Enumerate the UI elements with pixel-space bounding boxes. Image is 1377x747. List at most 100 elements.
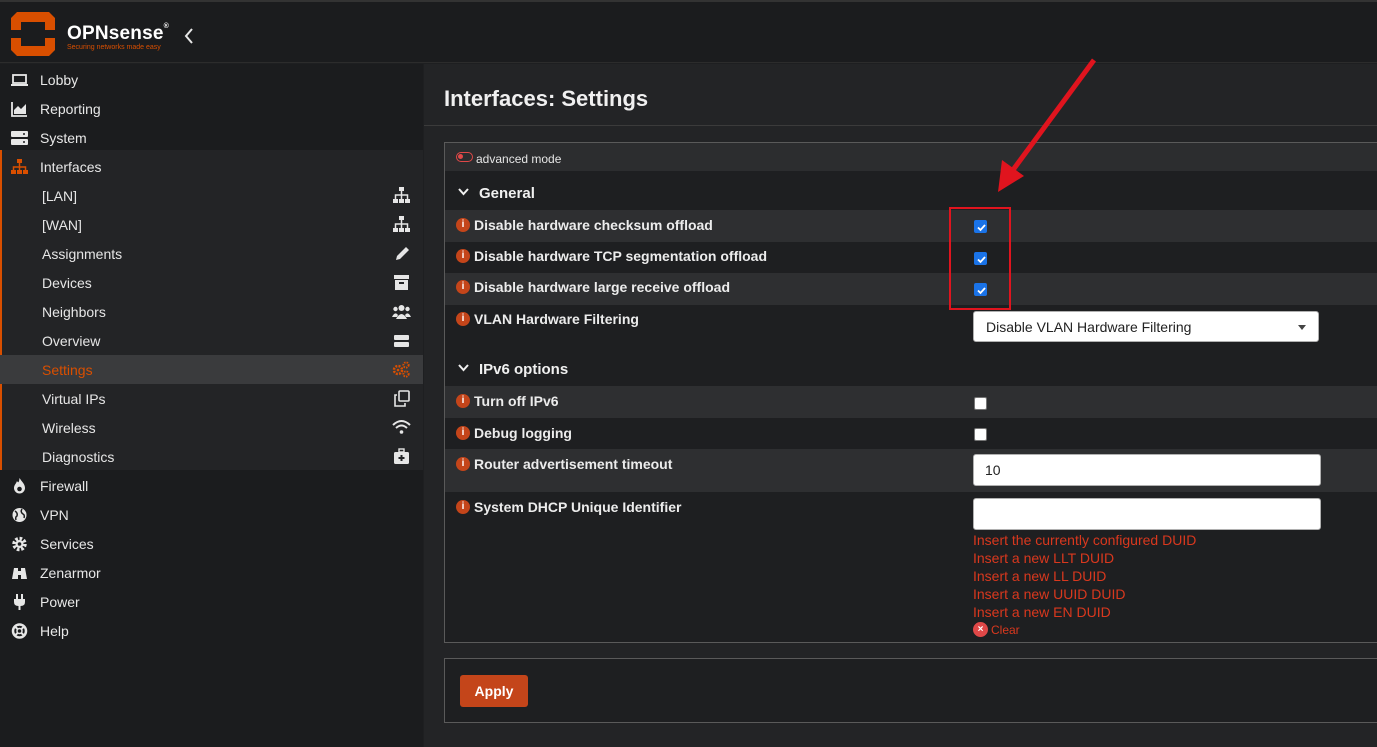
cog-icon: [12, 536, 27, 552]
sidebar-item-label: Services: [40, 536, 94, 552]
top-header: OPNsense® Securing networks made easy: [0, 0, 1377, 63]
setting-label: Debug logging: [474, 425, 572, 441]
sidebar-item-zenarmor[interactable]: Zenarmor: [0, 558, 423, 587]
sidebar-item-help[interactable]: Help: [0, 616, 423, 645]
sidebar-item-label: Diagnostics: [42, 449, 115, 465]
sidebar-item-vpn[interactable]: VPN: [0, 500, 423, 529]
advanced-mode-bar: advanced mode: [445, 143, 1377, 171]
section-ipv6-options[interactable]: IPv6 options: [445, 350, 1377, 386]
sidebar-item-power[interactable]: Power: [0, 587, 423, 616]
info-icon[interactable]: i: [456, 312, 470, 326]
medkit-icon: [394, 448, 409, 464]
sitemap-icon: [393, 216, 410, 232]
brand-name: OPNsense®: [67, 23, 170, 44]
info-icon[interactable]: i: [456, 280, 470, 294]
sidebar: Lobby Reporting System Interfaces [LAN] …: [0, 64, 423, 747]
sidebar-item-services[interactable]: Services: [0, 529, 423, 558]
opnsense-logo-icon: [11, 12, 55, 56]
sitemap-icon: [393, 187, 410, 203]
chevron-down-icon: [458, 188, 469, 196]
area-chart-icon: [11, 102, 27, 117]
annotation-highlight-box: [949, 207, 1011, 310]
sidebar-item-settings[interactable]: Settings: [0, 355, 423, 384]
sidebar-item-label: Settings: [42, 362, 93, 378]
sidebar-item-label: Neighbors: [42, 304, 106, 320]
annotation-arrow-icon: [998, 58, 1097, 192]
turn-off-ipv6-checkbox[interactable]: [974, 397, 987, 410]
chevron-down-icon: [458, 364, 469, 372]
clear-duid-link[interactable]: Clear: [991, 623, 1020, 637]
insert-llt-duid-link[interactable]: Insert a new LLT DUID: [973, 550, 1114, 566]
sidebar-item-label: Devices: [42, 275, 92, 291]
sidebar-item-label: System: [40, 130, 87, 146]
row-vlan-filtering: i VLAN Hardware Filtering Disable VLAN H…: [445, 305, 1377, 351]
sidebar-item-interfaces[interactable]: Interfaces: [0, 152, 423, 181]
sidebar-item-label: Assignments: [42, 246, 123, 262]
ra-timeout-input[interactable]: [973, 454, 1321, 486]
wifi-icon: [392, 420, 411, 434]
sidebar-item-firewall[interactable]: Firewall: [0, 471, 423, 500]
sidebar-item-wan[interactable]: [WAN]: [0, 210, 423, 239]
section-title: IPv6 options: [479, 361, 569, 378]
sidebar-item-label: Interfaces: [40, 159, 102, 175]
info-icon[interactable]: i: [456, 500, 470, 514]
sidebar-item-label: Power: [40, 594, 80, 610]
section-general[interactable]: General: [445, 174, 1377, 210]
fire-icon: [14, 478, 25, 494]
insert-current-duid-link[interactable]: Insert the currently configured DUID: [973, 532, 1196, 548]
sidebar-item-reporting[interactable]: Reporting: [0, 94, 423, 123]
debug-logging-checkbox[interactable]: [974, 428, 987, 441]
duid-input[interactable]: [973, 498, 1321, 530]
page-title: Interfaces: Settings: [444, 86, 649, 111]
info-icon[interactable]: i: [456, 394, 470, 408]
sidebar-item-lan[interactable]: [LAN]: [0, 181, 423, 210]
sidebar-item-label: Lobby: [40, 72, 79, 88]
apply-button[interactable]: Apply: [460, 675, 528, 707]
row-turn-off-ipv6: i Turn off IPv6: [445, 386, 1377, 418]
chevron-left-icon[interactable]: [182, 26, 196, 46]
brand-tagline: Securing networks made easy: [67, 44, 161, 51]
sidebar-item-overview[interactable]: Overview: [0, 326, 423, 355]
plug-icon: [14, 594, 25, 610]
sidebar-item-label: [WAN]: [42, 217, 82, 233]
main-content: Interfaces: Settings advanced mode Gener…: [424, 64, 1377, 747]
setting-label: Router advertisement timeout: [474, 456, 673, 472]
sidebar-item-label: Help: [40, 623, 69, 639]
row-disable-checksum-offload: i Disable hardware checksum offload: [445, 210, 1377, 242]
sidebar-item-label: Firewall: [40, 478, 89, 494]
sidebar-item-virtual-ips[interactable]: Virtual IPs: [0, 384, 423, 413]
section-title: General: [479, 185, 535, 202]
insert-ll-duid-link[interactable]: Insert a new LL DUID: [973, 568, 1106, 584]
row-disable-tso: i Disable hardware TCP segmentation offl…: [445, 242, 1377, 273]
sidebar-item-wireless[interactable]: Wireless: [0, 413, 423, 442]
info-icon[interactable]: i: [456, 218, 470, 232]
info-icon[interactable]: i: [456, 426, 470, 440]
sidebar-item-diagnostics[interactable]: Diagnostics: [0, 442, 423, 471]
row-disable-lro: i Disable hardware large receive offload: [445, 273, 1377, 305]
setting-label: Disable hardware TCP segmentation offloa…: [474, 248, 768, 264]
clear-icon[interactable]: ×: [973, 622, 988, 637]
info-icon[interactable]: i: [456, 249, 470, 263]
info-icon[interactable]: i: [456, 457, 470, 471]
sidebar-item-label: Wireless: [42, 420, 96, 436]
sidebar-item-label: Zenarmor: [40, 565, 101, 581]
vlan-filtering-select[interactable]: Disable VLAN Hardware Filtering: [973, 311, 1319, 342]
insert-en-duid-link[interactable]: Insert a new EN DUID: [973, 604, 1111, 620]
row-debug-logging: i Debug logging: [445, 418, 1377, 449]
setting-label: System DHCP Unique Identifier: [474, 499, 682, 515]
insert-uuid-duid-link[interactable]: Insert a new UUID DUID: [973, 586, 1125, 602]
sidebar-item-neighbors[interactable]: Neighbors: [0, 297, 423, 326]
sidebar-item-devices[interactable]: Devices: [0, 268, 423, 297]
advanced-mode-toggle[interactable]: [456, 152, 473, 162]
cogs-icon: [392, 361, 410, 378]
sitemap-icon: [11, 159, 28, 174]
sidebar-item-assignments[interactable]: Assignments: [0, 239, 423, 268]
clone-icon: [394, 390, 410, 407]
sidebar-item-label: Overview: [42, 333, 101, 349]
divider: [424, 125, 1377, 126]
sidebar-item-lobby[interactable]: Lobby: [0, 65, 423, 94]
row-ra-timeout: i Router advertisement timeout: [445, 449, 1377, 492]
caret-down-icon: [1298, 325, 1306, 330]
setting-label: Disable hardware checksum offload: [474, 217, 713, 233]
sidebar-item-system[interactable]: System: [0, 123, 423, 152]
